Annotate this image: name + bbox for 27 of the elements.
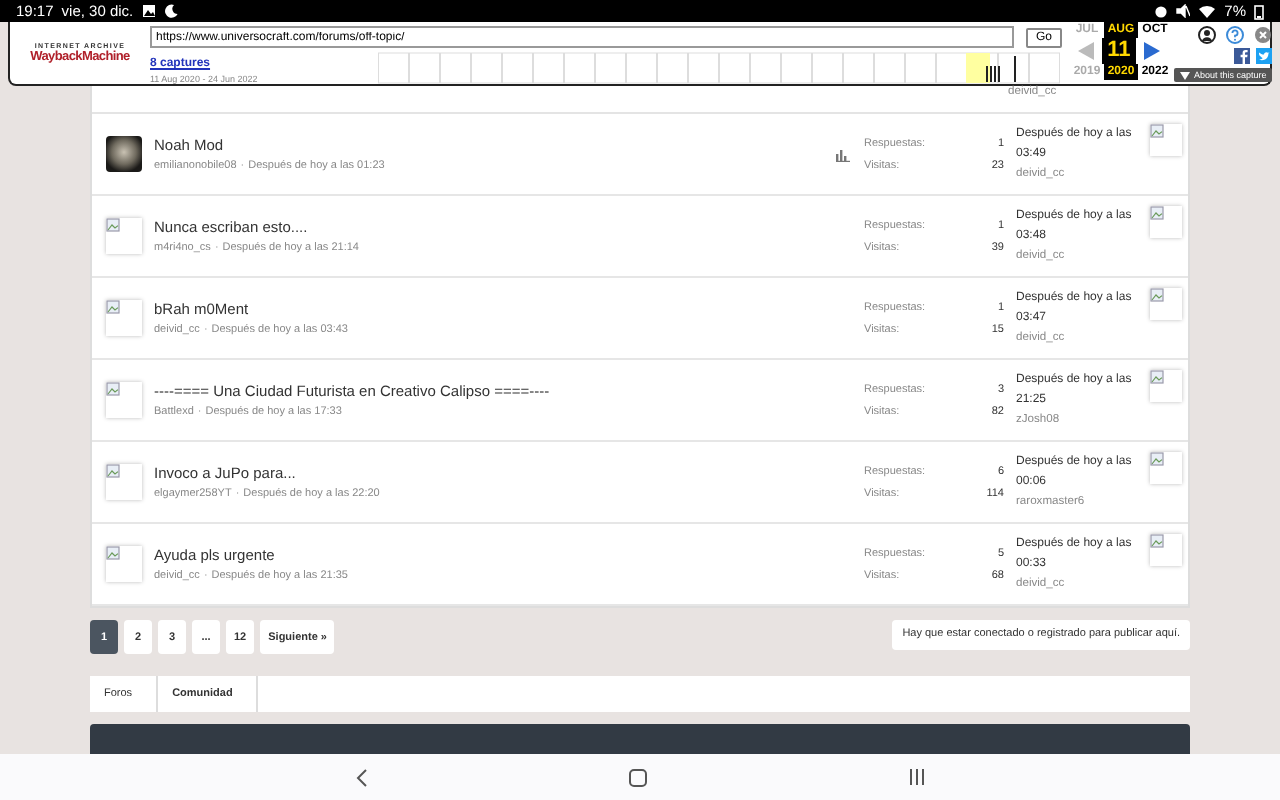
broken-image-icon[interactable]: [1150, 452, 1182, 484]
broken-image-icon[interactable]: [105, 300, 141, 336]
broken-image-icon[interactable]: [105, 382, 141, 418]
mute-icon: [1176, 4, 1191, 18]
home-icon[interactable]: [627, 767, 647, 787]
broken-image-icon[interactable]: [1150, 288, 1182, 320]
capture-timeline[interactable]: [378, 52, 1062, 84]
close-icon[interactable]: [1254, 26, 1273, 44]
avatar-photo-placeholder[interactable]: [105, 136, 141, 172]
moon-icon: [163, 4, 178, 18]
help-icon[interactable]: [1226, 26, 1245, 44]
next-arrow-icon[interactable]: [1144, 42, 1160, 60]
broken-image-icon[interactable]: [105, 218, 141, 254]
broken-image-icon[interactable]: [1150, 370, 1182, 402]
broken-image-icon[interactable]: [1150, 534, 1182, 566]
recent-apps-icon[interactable]: [907, 768, 925, 786]
wifi-icon: [1198, 4, 1217, 18]
broken-image-icon[interactable]: [1150, 124, 1182, 156]
capture-day: 11: [1102, 38, 1136, 64]
broken-image-icon[interactable]: [105, 546, 141, 582]
previous-arrow-icon[interactable]: [1078, 42, 1094, 60]
broken-image-icon[interactable]: [105, 464, 141, 500]
user-icon[interactable]: [1198, 26, 1217, 44]
facebook-icon[interactable]: [1234, 48, 1251, 64]
back-icon[interactable]: [355, 767, 367, 787]
broken-image-icon[interactable]: [1150, 206, 1182, 238]
caret-icon: [1180, 71, 1190, 79]
